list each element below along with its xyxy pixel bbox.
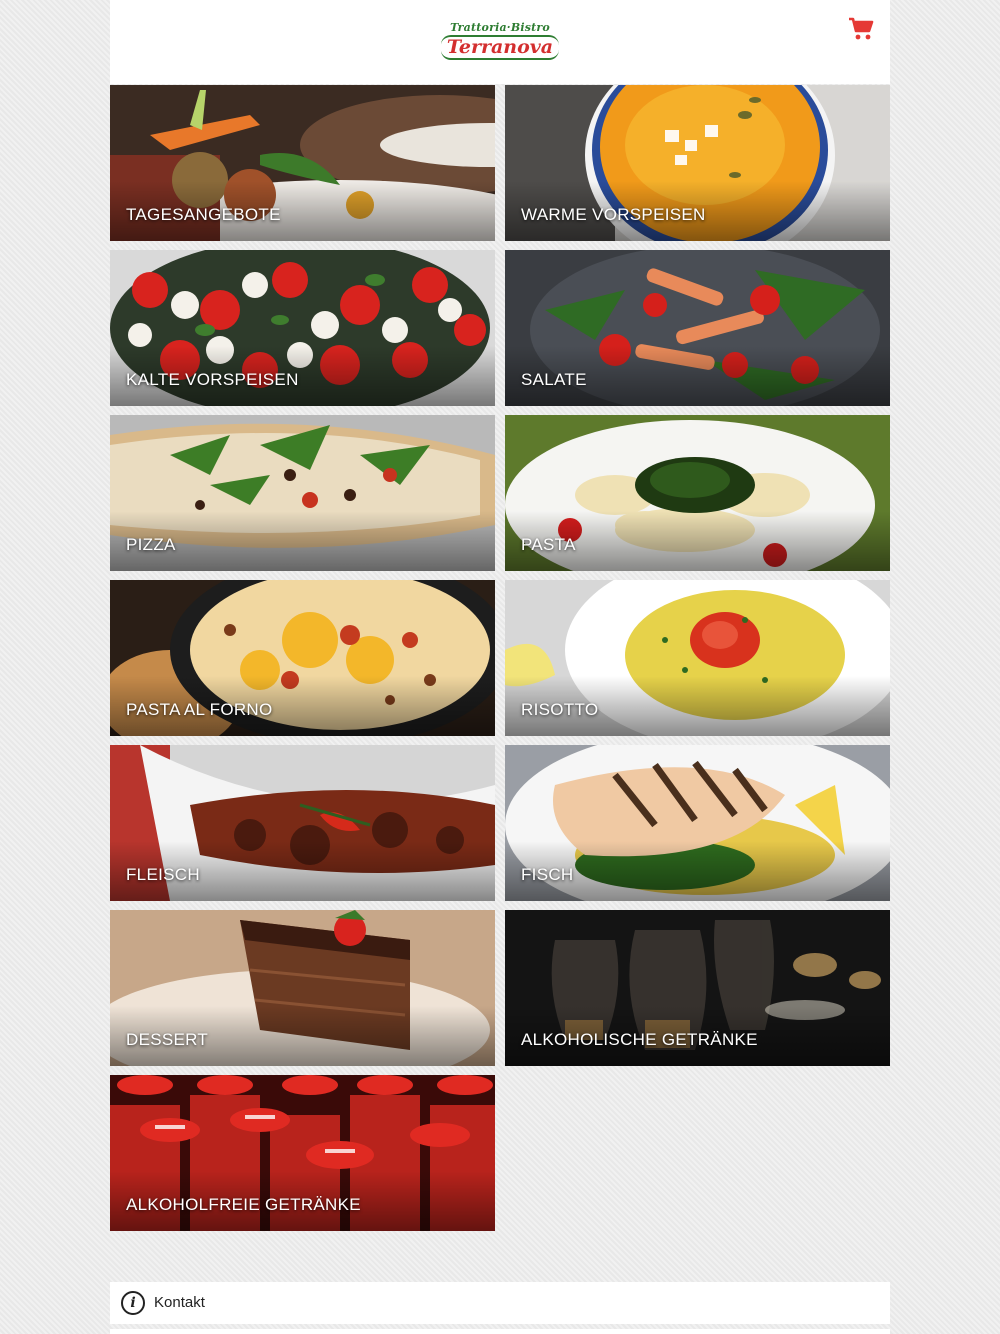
kontakt-label: Kontakt	[154, 1294, 205, 1311]
category-tagesangebote[interactable]: TAGESANGEBOTE	[110, 85, 495, 241]
logo-subtitle: Trattoria·Bistro	[450, 21, 550, 34]
category-label: KALTE VORSPEISEN	[126, 370, 299, 389]
category-pasta[interactable]: PASTA	[505, 415, 890, 571]
category-label: FLEISCH	[126, 865, 200, 884]
category-label: TAGESANGEBOTE	[126, 205, 281, 224]
category-pizza[interactable]: PIZZA	[110, 415, 495, 571]
category-label: FISCH	[521, 865, 574, 884]
category-fleisch[interactable]: FLEISCH	[110, 745, 495, 901]
category-label: SALATE	[521, 370, 587, 389]
info-icon: i	[121, 1291, 145, 1315]
category-alkoholfreie-getraenke[interactable]: ALKOHOLFREIE GETRÄNKE	[110, 1075, 495, 1231]
category-label: RISOTTO	[521, 700, 599, 719]
category-dessert[interactable]: DESSERT	[110, 910, 495, 1066]
restaurant-logo[interactable]: Trattoria·Bistro Terranova	[440, 21, 560, 60]
category-risotto[interactable]: RISOTTO	[505, 580, 890, 736]
category-label: PIZZA	[126, 535, 176, 554]
shopping-cart-icon	[849, 17, 874, 40]
cart-button[interactable]	[848, 16, 874, 42]
bottom-bar	[110, 1329, 890, 1334]
category-warme-vorspeisen[interactable]: WARME VORSPEISEN	[505, 85, 890, 241]
category-label: WARME VORSPEISEN	[521, 205, 706, 224]
category-label: PASTA AL FORNO	[126, 700, 273, 719]
category-alkoholische-getraenke[interactable]: ALKOHOLISCHE GETRÄNKE	[505, 910, 890, 1066]
category-label: ALKOHOLISCHE GETRÄNKE	[521, 1030, 758, 1049]
app-header: Trattoria·Bistro Terranova	[110, 0, 890, 84]
category-salate[interactable]: SALATE	[505, 250, 890, 406]
logo-title: Terranova	[440, 35, 560, 60]
category-label: DESSERT	[126, 1030, 209, 1049]
category-label: PASTA	[521, 535, 576, 554]
category-pasta-al-forno[interactable]: PASTA AL FORNO	[110, 580, 495, 736]
category-label: ALKOHOLFREIE GETRÄNKE	[126, 1195, 361, 1214]
kontakt-button[interactable]: i Kontakt	[110, 1282, 890, 1324]
category-kalte-vorspeisen[interactable]: KALTE VORSPEISEN	[110, 250, 495, 406]
category-fisch[interactable]: FISCH	[505, 745, 890, 901]
